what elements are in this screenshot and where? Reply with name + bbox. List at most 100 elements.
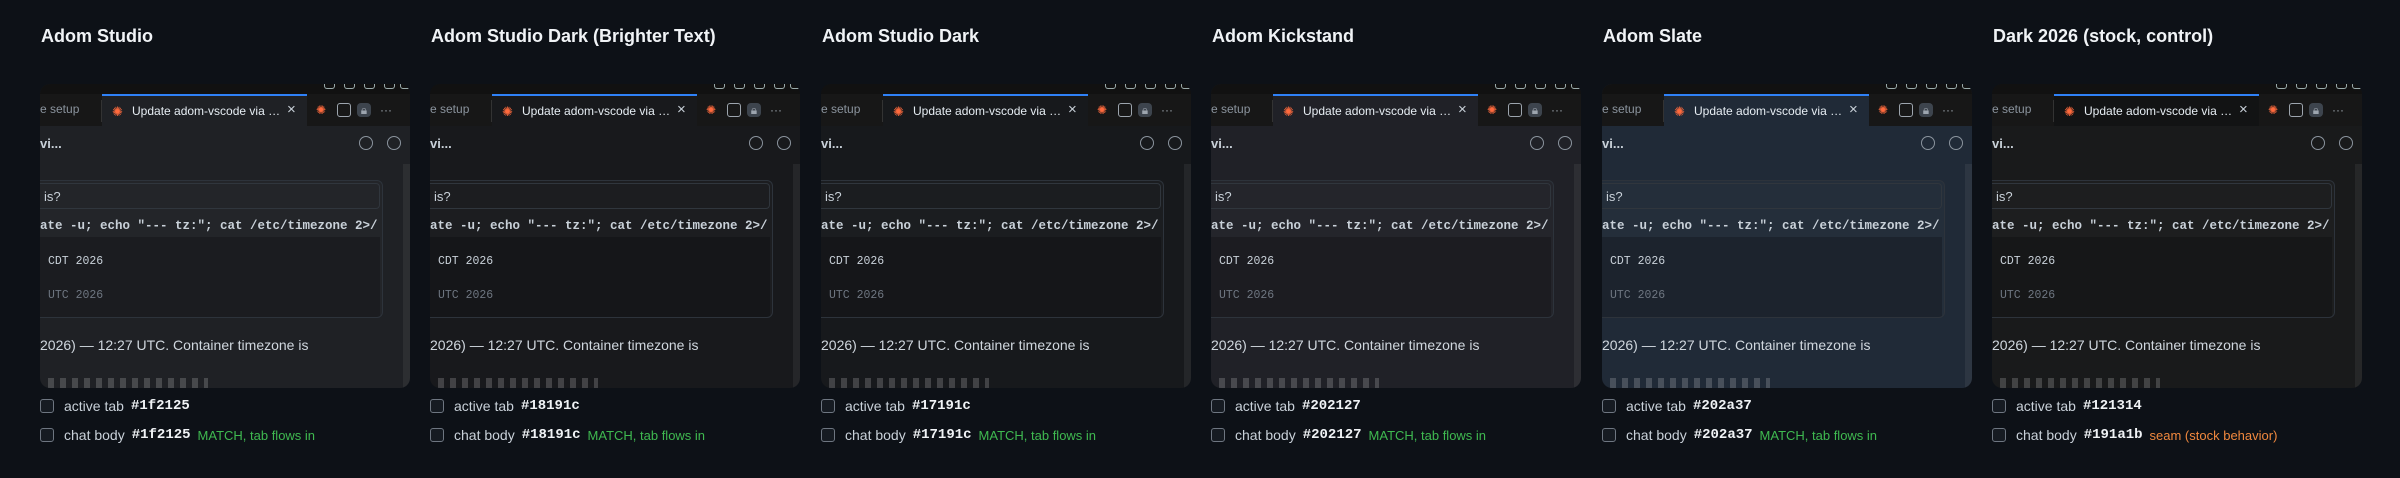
active-tab-swatch[interactable]	[1211, 399, 1225, 413]
active-tab-swatch[interactable]	[1602, 399, 1616, 413]
split-editor-icon[interactable]	[727, 103, 741, 117]
tab-inactive[interactable]: e setup	[1211, 102, 1250, 116]
tab-inactive[interactable]: e setup	[430, 102, 469, 116]
close-icon[interactable]: ×	[287, 102, 296, 117]
tab-active-label: Update adom-vscode via a...	[1303, 104, 1453, 118]
scrollbar[interactable]	[1574, 164, 1581, 388]
history-icon[interactable]	[2311, 136, 2325, 150]
chat-body-swatch[interactable]	[430, 428, 444, 442]
window-top-strip	[821, 84, 1191, 94]
status-note: MATCH, tab flows in	[197, 427, 316, 443]
question-text: is?	[825, 189, 842, 204]
tab-active[interactable]: ✺ Update adom-vscode via a... ×	[102, 94, 307, 126]
split-editor-icon[interactable]	[1899, 103, 1913, 117]
split-editor-icon[interactable]	[1118, 103, 1132, 117]
tab-active[interactable]: ✺ Update adom-vscode via a... ×	[1273, 94, 1478, 126]
history-icon[interactable]	[1530, 136, 1544, 150]
tab-inactive[interactable]: e setup	[40, 102, 79, 116]
output-line: UTC 2026	[2000, 289, 2056, 302]
spark-icon[interactable]: ✺	[1876, 103, 1890, 117]
spark-icon[interactable]: ✺	[704, 103, 718, 117]
split-editor-icon[interactable]	[2289, 103, 2303, 117]
spark-icon[interactable]: ✺	[314, 103, 328, 117]
new-chat-icon[interactable]	[777, 136, 791, 150]
close-icon[interactable]: ×	[2239, 102, 2248, 117]
history-icon[interactable]	[1921, 136, 1935, 150]
spark-icon[interactable]: ✺	[2266, 103, 2280, 117]
more-icon[interactable]: ···	[379, 103, 393, 117]
history-icon[interactable]	[1140, 136, 1154, 150]
lock-icon[interactable]: 🔒︎	[1528, 103, 1542, 117]
close-icon[interactable]: ×	[1849, 102, 1858, 117]
chat-body-swatch[interactable]	[40, 428, 54, 442]
scrollbar[interactable]	[403, 164, 410, 388]
theme-screenshot: e setup ✺ Update adom-vscode via a... × …	[1211, 84, 1581, 388]
new-chat-icon[interactable]	[1558, 136, 1572, 150]
active-tab-swatch[interactable]	[821, 399, 835, 413]
lock-icon[interactable]: 🔒︎	[2309, 103, 2323, 117]
close-icon[interactable]: ×	[1458, 102, 1467, 117]
chat-body-swatch[interactable]	[1992, 428, 2006, 442]
tab-active[interactable]: ✺ Update adom-vscode via a... ×	[2054, 94, 2259, 126]
chat-body-hex: #1f2125	[131, 427, 191, 443]
new-chat-icon[interactable]	[2339, 136, 2353, 150]
output-line: CDT 2026	[1610, 255, 1666, 268]
theme-title: Adom Kickstand	[1212, 26, 1355, 46]
chat-toolbar: vi...	[1211, 126, 1581, 162]
tab-inactive[interactable]: e setup	[1992, 102, 2031, 116]
tab-active[interactable]: ✺ Update adom-vscode via a... ×	[1664, 94, 1869, 126]
split-editor-icon[interactable]	[337, 103, 351, 117]
chat-body-swatch[interactable]	[821, 428, 835, 442]
spark-icon[interactable]: ✺	[1485, 103, 1499, 117]
command-output: CDT 2026 UTC 2026	[1992, 237, 2332, 317]
active-tab-swatch[interactable]	[430, 399, 444, 413]
lock-icon[interactable]: 🔒︎	[747, 103, 761, 117]
chat-toolbar: vi...	[430, 126, 800, 162]
split-editor-icon[interactable]	[1508, 103, 1522, 117]
spark-icon[interactable]: ✺	[1095, 103, 1109, 117]
more-icon[interactable]: ···	[2331, 103, 2345, 117]
terminal-tool-block: is? ate -u; echo "--- tz:"; cat /etc/tim…	[1602, 180, 1945, 318]
tab-inactive[interactable]: e setup	[1602, 102, 1641, 116]
lock-icon[interactable]: 🔒︎	[1138, 103, 1152, 117]
lock-icon[interactable]: 🔒︎	[357, 103, 371, 117]
response-text: 2026) — 12:27 UTC. Container timezone is	[430, 337, 699, 353]
command-text: ate -u; echo "--- tz:"; cat /etc/timezon…	[430, 219, 768, 233]
theme-screenshot: e setup ✺ Update adom-vscode via a... × …	[430, 84, 800, 388]
tab-active-label: Update adom-vscode via a...	[2084, 104, 2234, 118]
active-tab-swatch[interactable]	[1992, 399, 2006, 413]
output-line: CDT 2026	[438, 255, 494, 268]
chat-body-label: chat body	[454, 427, 515, 443]
history-icon[interactable]	[749, 136, 763, 150]
chat-body-hex: #202127	[1302, 427, 1362, 443]
lock-icon[interactable]: 🔒︎	[1919, 103, 1933, 117]
active-tab-swatch[interactable]	[40, 399, 54, 413]
spark-icon: ✺	[112, 104, 123, 119]
new-chat-icon[interactable]	[1949, 136, 1963, 150]
history-icon[interactable]	[359, 136, 373, 150]
tab-active[interactable]: ✺ Update adom-vscode via a... ×	[883, 94, 1088, 126]
chat-body-swatch[interactable]	[1211, 428, 1225, 442]
new-chat-icon[interactable]	[387, 136, 401, 150]
scrollbar[interactable]	[793, 164, 800, 388]
status-note: seam (stock behavior)	[2149, 427, 2278, 443]
command-text: ate -u; echo "--- tz:"; cat /etc/timezon…	[1211, 219, 1549, 233]
new-chat-icon[interactable]	[1168, 136, 1182, 150]
chat-body-swatch[interactable]	[1602, 428, 1616, 442]
more-icon[interactable]: ···	[1160, 103, 1174, 117]
more-icon[interactable]: ···	[1550, 103, 1564, 117]
tab-inactive[interactable]: e setup	[821, 102, 860, 116]
scrollbar[interactable]	[2355, 164, 2362, 388]
more-icon[interactable]: ···	[769, 103, 783, 117]
editor-tab-bar: e setup ✺ Update adom-vscode via a... × …	[1211, 94, 1581, 126]
chat-title: vi...	[821, 136, 843, 151]
close-icon[interactable]: ×	[677, 102, 686, 117]
question-bubble: is?	[1211, 183, 1551, 209]
output-line: UTC 2026	[438, 289, 494, 302]
chat-body-hex: #17191c	[912, 427, 972, 443]
tab-active[interactable]: ✺ Update adom-vscode via a... ×	[492, 94, 697, 126]
scrollbar[interactable]	[1965, 164, 1972, 388]
close-icon[interactable]: ×	[1068, 102, 1077, 117]
more-icon[interactable]: ···	[1941, 103, 1955, 117]
scrollbar[interactable]	[1184, 164, 1191, 388]
